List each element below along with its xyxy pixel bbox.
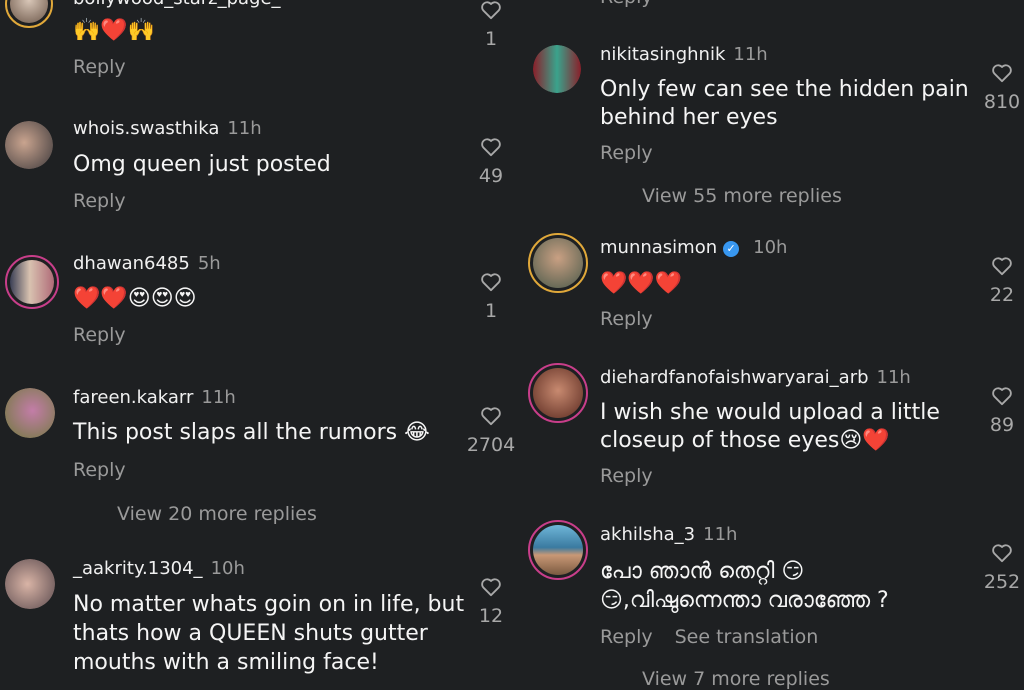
avatar[interactable] <box>5 559 55 609</box>
comment-username[interactable]: fareen.kakarr 11h <box>73 387 236 408</box>
reply-button[interactable]: Reply <box>73 190 126 212</box>
comment-text: 🙌❤️🙌 <box>73 18 156 43</box>
avatar[interactable] <box>528 233 588 293</box>
avatar[interactable] <box>5 121 53 169</box>
reply-button[interactable]: Reply <box>600 142 653 164</box>
like-count: 89 <box>989 414 1015 436</box>
like-button[interactable]: 89 <box>967 386 1024 436</box>
like-count: 49 <box>478 165 504 187</box>
avatar[interactable] <box>5 0 53 28</box>
avatar[interactable] <box>528 363 588 423</box>
comment-text-line: I wish she would upload a little <box>600 400 940 425</box>
like-button[interactable]: 49 <box>456 137 526 187</box>
like-button[interactable]: 1 <box>456 0 526 50</box>
comment-username[interactable]: nikitasinghnik 11h <box>600 44 768 65</box>
view-more-replies[interactable]: View 55 more replies <box>642 185 842 207</box>
like-button[interactable]: 810 <box>967 63 1024 113</box>
like-button[interactable]: 22 <box>967 256 1024 306</box>
avatar[interactable] <box>5 388 55 438</box>
like-count: 810 <box>983 91 1021 113</box>
reply-button[interactable]: Reply <box>600 0 653 8</box>
see-translation-button[interactable]: See translation <box>675 626 819 648</box>
comment-text-line: mouths with a smiling face! <box>73 650 379 675</box>
verified-badge-icon: ✓ <box>723 241 740 257</box>
like-button[interactable]: 252 <box>967 543 1024 593</box>
like-count: 2704 <box>466 434 516 456</box>
like-button[interactable]: 1 <box>456 272 526 322</box>
comment-text: ❤️❤️😍😍😍 <box>73 286 197 311</box>
reply-button[interactable]: Reply See translation <box>600 626 818 648</box>
comment-username[interactable]: diehardfanofaishwaryarai_arb 11h <box>600 367 911 388</box>
heart-outline-icon <box>481 138 501 157</box>
like-count: 252 <box>983 571 1021 593</box>
comments-column-right: Reply nikitasinghnik11h Only few can see… <box>524 0 1024 690</box>
comment-text: Omg queen just posted <box>73 152 331 177</box>
like-button[interactable]: 12 <box>456 577 526 627</box>
heart-outline-icon <box>992 387 1012 406</box>
avatar[interactable] <box>533 45 581 93</box>
reply-button[interactable]: Reply <box>600 465 653 487</box>
comment-text: ❤️❤️❤️ <box>600 271 683 296</box>
view-more-replies[interactable]: View 7 more replies <box>642 668 830 690</box>
comment-username[interactable]: bollywood_starz_page_ <box>73 0 281 9</box>
heart-outline-icon <box>481 407 501 426</box>
heart-outline-icon <box>992 544 1012 563</box>
like-count: 12 <box>478 605 504 627</box>
like-count: 1 <box>484 28 498 50</box>
reply-button[interactable]: Reply <box>73 324 126 346</box>
avatar[interactable] <box>5 255 59 309</box>
comment-text: This post slaps all the rumors 😂 <box>73 420 430 445</box>
comment-username[interactable]: munnasimon ✓ 10h <box>600 237 787 258</box>
heart-outline-icon <box>992 257 1012 276</box>
comments-column-left: bollywood_starz_page_ 🙌❤️🙌 Reply 1 whois… <box>0 0 520 683</box>
reply-button[interactable]: Reply <box>600 308 653 330</box>
comment-username[interactable]: _aakrity.1304_ 10h <box>73 558 245 579</box>
comment-text-line: behind her eyes <box>600 105 778 130</box>
comment-text-line: thats how a QUEEN shuts gutter <box>73 621 428 646</box>
comment-text-line: പോ ഞാൻ തെറ്റി 😏 <box>600 559 805 584</box>
avatar[interactable] <box>528 520 588 580</box>
comment-username[interactable]: whois.swasthika 11h <box>73 118 262 139</box>
comment-username[interactable]: dhawan6485 5h <box>73 253 221 274</box>
like-button[interactable]: 2704 <box>456 406 526 456</box>
like-count: 1 <box>484 300 498 322</box>
comment-text-line: 😏,വിഷുന്നെന്താ വരാഞ്ഞേ ? <box>600 588 889 613</box>
heart-outline-icon <box>992 64 1012 83</box>
comment-text-line: No matter whats goin on in life, but <box>73 592 465 617</box>
comment-username[interactable]: akhilsha_3 11h <box>600 524 737 545</box>
heart-outline-icon <box>481 1 501 20</box>
heart-outline-icon <box>481 578 501 597</box>
view-more-replies[interactable]: View 20 more replies <box>117 503 317 525</box>
comment-text-line: closeup of those eyes😢❤️ <box>600 428 890 453</box>
like-count: 22 <box>989 284 1015 306</box>
reply-button[interactable]: Reply <box>73 459 126 481</box>
comment-text-line: Only few can see the hidden pain <box>600 77 969 102</box>
heart-outline-icon <box>481 273 501 292</box>
reply-button[interactable]: Reply <box>73 56 126 78</box>
